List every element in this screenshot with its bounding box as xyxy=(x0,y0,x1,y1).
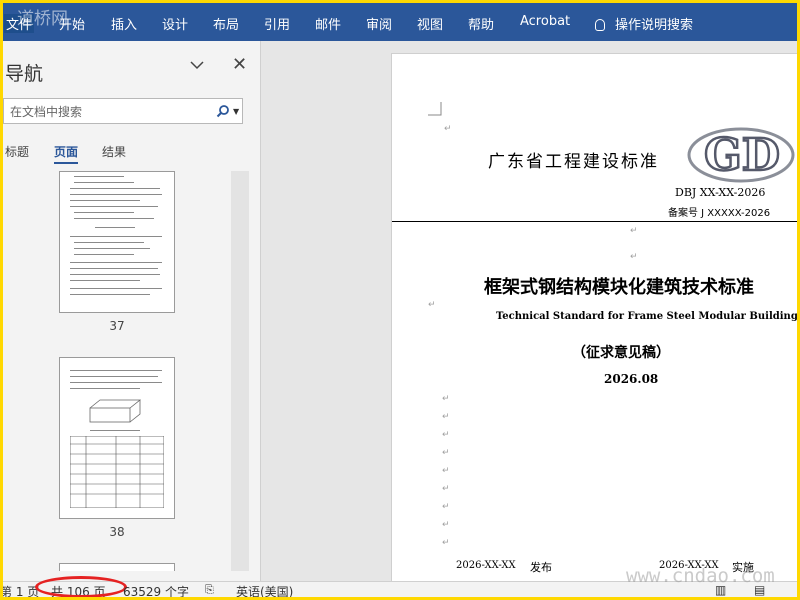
header-rule xyxy=(392,221,797,222)
svg-text:GD: GD xyxy=(704,130,780,181)
paragraph-mark: ↵ xyxy=(442,538,450,548)
paragraph-mark: ↵ xyxy=(442,430,450,440)
org-title: 广东省工程建设标准 xyxy=(488,152,659,172)
lightbulb-icon xyxy=(595,19,605,31)
paragraph-mark: ↵ xyxy=(442,466,450,476)
page-number-37: 37 xyxy=(109,319,125,333)
paragraph-mark: ↵ xyxy=(428,300,436,310)
paragraph-mark: ↵ xyxy=(442,520,450,530)
paragraph-mark: ↵ xyxy=(442,484,450,494)
standard-title-en: Technical Standard for Frame Steel Modul… xyxy=(496,311,797,322)
gd-logo: GD xyxy=(687,127,795,183)
publish-date: 2026-XX-XX xyxy=(456,560,516,571)
page-thumbnails: 37 38 xyxy=(3,171,235,571)
document-page[interactable]: ↵ 广东省工程建设标准 GD DBJ XX-XX-2026 备案号 J XXXX… xyxy=(391,53,797,593)
navigation-pane: 导航 ✕ 在文档中搜索 ▼ 标题 页面 结果 37 38 xyxy=(3,41,261,581)
watermark-bottom: www.cndao.com xyxy=(626,565,775,587)
tab-help[interactable]: 帮助 xyxy=(468,14,494,33)
draft-label: （征求意见稿） xyxy=(572,345,670,361)
tab-layout[interactable]: 布局 xyxy=(213,14,239,33)
paragraph-mark: ↵ xyxy=(630,252,638,262)
table-sketch-icon xyxy=(70,436,164,508)
search-options-chevron-icon[interactable]: ▼ xyxy=(233,107,239,116)
watermark-top: 道桥网 xyxy=(17,9,68,29)
draft-date: 2026.08 xyxy=(604,372,659,386)
tell-me-search[interactable]: 操作说明搜索 xyxy=(595,14,693,33)
paragraph-mark: ↵ xyxy=(442,394,450,404)
tab-insert[interactable]: 插入 xyxy=(111,14,137,33)
nav-pane-title: 导航 xyxy=(5,63,44,85)
paragraph-mark: ↵ xyxy=(630,226,638,236)
close-icon[interactable]: ✕ xyxy=(232,56,247,74)
status-word-count[interactable]: 63529 个字 xyxy=(123,583,189,597)
search-icon[interactable] xyxy=(216,104,230,118)
nav-tab-pages[interactable]: 页面 xyxy=(54,143,79,164)
module-sketch-icon xyxy=(89,399,142,423)
status-language[interactable]: 英语(美国) xyxy=(236,583,293,597)
tab-acrobat[interactable]: Acrobat xyxy=(520,14,570,29)
paragraph-mark: ↵ xyxy=(442,502,450,512)
thumbnail-scrollbar[interactable] xyxy=(231,171,249,571)
highlight-oval xyxy=(35,576,127,597)
word-window: 文件 开始 插入 设计 布局 引用 邮件 审阅 视图 帮助 Acrobat 操作… xyxy=(3,3,797,597)
page-thumbnail-37[interactable] xyxy=(59,171,175,313)
publish-label: 发布 xyxy=(530,561,552,574)
filing-number: 备案号 J XXXXX-2026 xyxy=(668,208,771,219)
nav-tab-headings[interactable]: 标题 xyxy=(5,143,29,160)
paragraph-mark: ↵ xyxy=(442,412,450,422)
chevron-down-icon[interactable] xyxy=(189,57,205,73)
tab-design[interactable]: 设计 xyxy=(162,14,188,33)
margin-corner-mark xyxy=(428,102,442,116)
tab-mailings[interactable]: 邮件 xyxy=(315,14,341,33)
nav-tab-results[interactable]: 结果 xyxy=(102,143,126,160)
page-number-38: 38 xyxy=(109,525,125,539)
tab-view[interactable]: 视图 xyxy=(417,14,443,33)
standard-code: DBJ XX-XX-2026 xyxy=(675,186,766,199)
tell-me-label: 操作说明搜索 xyxy=(615,18,694,33)
standard-title-cn: 框架式钢结构模块化建筑技术标准 xyxy=(484,277,754,298)
status-page[interactable]: 第 1 页 xyxy=(3,583,39,597)
ribbon-tabs: 文件 开始 插入 设计 布局 引用 邮件 审阅 视图 帮助 Acrobat 操作… xyxy=(3,3,797,41)
document-area: ↵ 广东省工程建设标准 GD DBJ XX-XX-2026 备案号 J XXXX… xyxy=(262,41,797,593)
paragraph-mark: ↵ xyxy=(442,448,450,458)
paragraph-mark: ↵ xyxy=(444,124,452,134)
page-thumbnail-39[interactable] xyxy=(59,563,175,571)
tab-references[interactable]: 引用 xyxy=(264,14,290,33)
tab-review[interactable]: 审阅 xyxy=(366,14,392,33)
proofing-icon[interactable]: ⎘ xyxy=(205,583,214,597)
page-thumbnail-38[interactable] xyxy=(59,357,175,519)
search-box[interactable]: 在文档中搜索 ▼ xyxy=(3,98,243,124)
search-input[interactable]: 在文档中搜索 xyxy=(10,103,82,120)
